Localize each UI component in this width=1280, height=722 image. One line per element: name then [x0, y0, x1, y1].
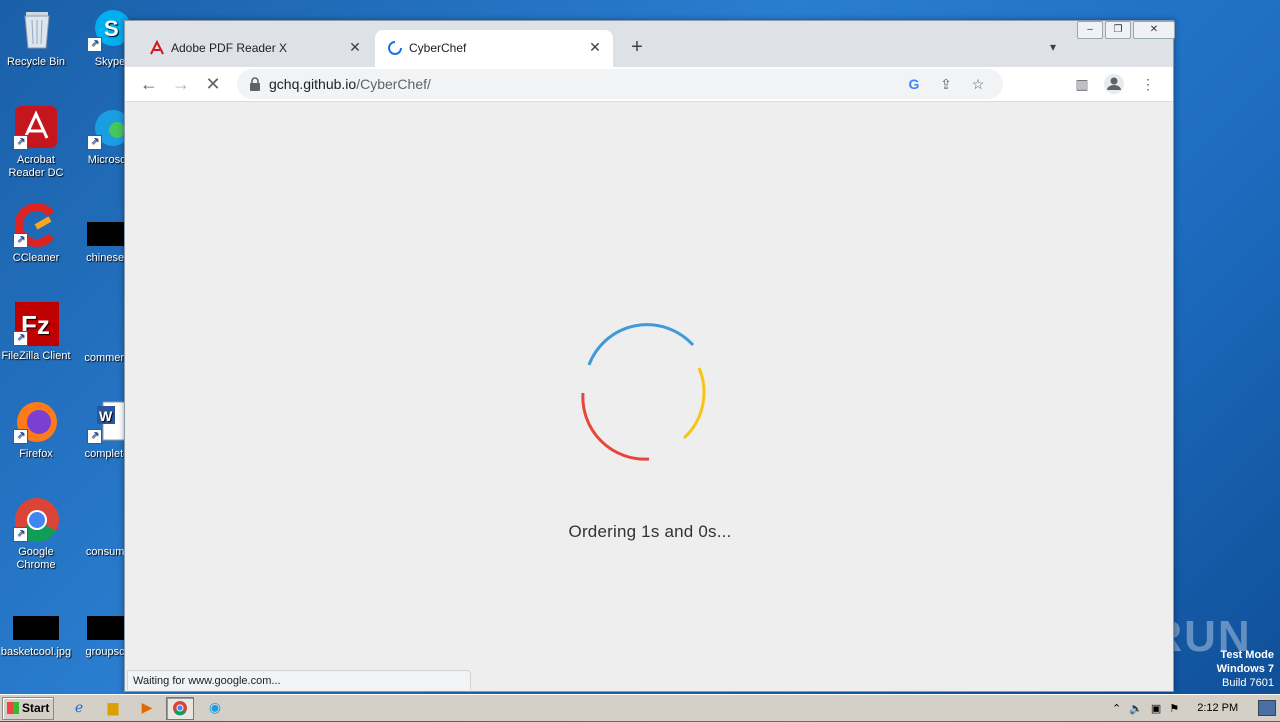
system-tray: ⌃ 🔈 ▣ ⚑ 2:12 PM [1104, 695, 1280, 721]
internet-explorer-icon[interactable]: ℯ [66, 697, 92, 718]
loading-spinner-icon [387, 40, 403, 56]
network-icon[interactable]: ▣ [1151, 702, 1161, 715]
shortcut-arrow-icon: ↗ [87, 135, 102, 150]
desktop-icon-label: Acrobat Reader DC [8, 154, 64, 179]
tab-search-chevron-icon[interactable]: ▾ [1043, 37, 1063, 57]
desktop-icon-chrome[interactable]: ↗ Google Chrome [0, 496, 72, 572]
page-content: Ordering 1s and 0s... Waiting for www.go… [125, 102, 1173, 691]
stop-loading-icon[interactable]: ✕ [201, 72, 225, 96]
shortcut-arrow-icon: ↗ [87, 37, 102, 52]
menu-kebab-icon[interactable]: ⋮ [1137, 73, 1159, 95]
address-bar[interactable]: gchq.github.io/CyberChef/ G ⇪ ☆ [237, 69, 1003, 99]
shortcut-arrow-icon: ↗ [13, 527, 28, 542]
desktop-icon-label: Firefox [19, 448, 53, 460]
volume-icon[interactable]: 🔈 [1129, 702, 1143, 715]
chrome-taskbar-icon[interactable] [166, 697, 194, 720]
firefox-icon: ↗ [13, 398, 59, 444]
spinner-arc-red [581, 392, 650, 461]
start-label: Start [22, 701, 50, 715]
desktop-icon-ccleaner[interactable]: ↗ CCleaner [0, 202, 72, 265]
omnibox-actions: G ⇪ ☆ [903, 74, 989, 94]
loading-message: Ordering 1s and 0s... [568, 522, 732, 541]
desktop-icon-label: basketcool.jpg [0, 646, 72, 658]
svg-text:S: S [104, 16, 119, 41]
adobe-icon [149, 39, 165, 56]
share-icon[interactable]: ⇪ [935, 74, 957, 94]
shortcut-arrow-icon: ↗ [13, 135, 28, 150]
desktop-icon-label: Recycle Bin [6, 56, 66, 68]
spinner-arc-yellow [682, 367, 706, 440]
desktop-icon-label: CCleaner [12, 252, 60, 264]
test-mode-info: Test Mode Windows 7 Build 7601 [1217, 648, 1274, 690]
edge-taskbar-icon[interactable]: ◉ [202, 697, 228, 718]
acrobat-icon: ↗ [13, 104, 59, 150]
close-tab-icon[interactable]: ✕ [587, 39, 603, 55]
back-arrow-icon[interactable]: ← [137, 72, 161, 96]
desktop-icon-acrobat[interactable]: ↗ Acrobat Reader DC [0, 104, 72, 180]
chrome-icon: ↗ [13, 496, 59, 542]
windows-version-line: Windows 7 [1216, 663, 1274, 675]
desktop-icon-basketcool[interactable]: basketcool.jpg [0, 606, 72, 659]
url-text: gchq.github.io/CyberChef/ [269, 76, 431, 92]
browser-toolbar: ← → ✕ gchq.github.io/CyberChef/ G ⇪ ☆ ▥ … [125, 67, 1173, 102]
taskbar: Start ℯ ▆ ▶ ◉ ⌃ 🔈 ▣ ⚑ 2:12 PM [0, 694, 1280, 721]
url-path: /CyberChef/ [356, 76, 431, 92]
media-player-icon[interactable]: ▶ [134, 697, 160, 718]
show-desktop-button[interactable] [1258, 700, 1276, 716]
forward-arrow-icon[interactable]: → [169, 72, 193, 96]
recycle-bin-icon [13, 6, 59, 52]
action-center-flag-icon[interactable]: ⚑ [1169, 702, 1179, 715]
shortcut-arrow-icon: ↗ [13, 331, 28, 346]
desktop-icon-filezilla[interactable]: Fz ↗ FileZilla Client [0, 300, 72, 363]
image-icon [13, 616, 59, 640]
clock[interactable]: 2:12 PM [1197, 702, 1238, 714]
tab-label: Adobe PDF Reader X [171, 41, 288, 55]
test-mode-line: Test Mode [1220, 649, 1274, 661]
lock-icon [249, 77, 261, 91]
tab-strip: Adobe PDF Reader X ✕ CyberChef ✕ + ▾ – ❐… [125, 21, 1175, 67]
restore-button[interactable]: ❐ [1105, 21, 1131, 39]
profile-avatar-icon[interactable] [1103, 73, 1125, 95]
shortcut-arrow-icon: ↗ [13, 429, 28, 444]
shortcut-arrow-icon: ↗ [13, 233, 28, 248]
svg-text:W: W [99, 408, 113, 424]
windows-logo-icon [7, 702, 19, 714]
minimize-button[interactable]: – [1077, 21, 1103, 39]
filezilla-icon: Fz ↗ [13, 300, 59, 346]
tab-cyberchef[interactable]: CyberChef ✕ [375, 30, 613, 67]
desktop-icon-label: Google Chrome [16, 546, 56, 571]
close-window-button[interactable]: ✕ [1133, 21, 1175, 39]
tray-expand-icon[interactable]: ⌃ [1112, 702, 1121, 715]
desktop-icon-label: FileZilla Client [1, 350, 71, 362]
new-tab-button[interactable]: + [625, 36, 649, 60]
window-controls: – ❐ ✕ [1075, 21, 1175, 39]
status-bubble: Waiting for www.google.com... [127, 670, 471, 690]
spinner-arc-blue [587, 323, 695, 366]
ccleaner-icon: ↗ [13, 202, 59, 248]
build-line: Build 7601 [1222, 677, 1274, 689]
tab-label: CyberChef [409, 41, 467, 55]
close-tab-icon[interactable]: ✕ [347, 39, 363, 55]
desktop-icon-recycle-bin[interactable]: Recycle Bin [0, 6, 72, 69]
tab-adobe-pdf-reader[interactable]: Adobe PDF Reader X ✕ [137, 30, 373, 67]
start-button[interactable]: Start [2, 697, 54, 720]
shortcut-arrow-icon: ↗ [87, 429, 102, 444]
google-lens-icon[interactable]: G [903, 74, 925, 94]
loading-spinner [581, 323, 706, 461]
bookmark-star-icon[interactable]: ☆ [967, 74, 989, 94]
url-host: gchq.github.io [269, 76, 357, 92]
file-explorer-icon[interactable]: ▆ [100, 697, 126, 718]
desktop-icon-firefox[interactable]: ↗ Firefox [0, 398, 72, 461]
side-panel-icon[interactable]: ▥ [1071, 73, 1093, 95]
chrome-window: Adobe PDF Reader X ✕ CyberChef ✕ + ▾ – ❐… [124, 20, 1175, 692]
